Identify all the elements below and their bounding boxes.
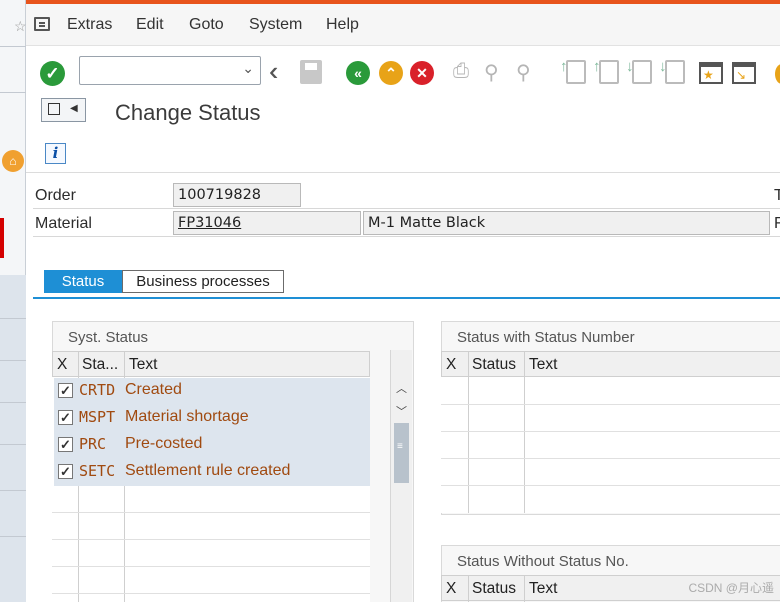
column-header-status[interactable]: Sta... <box>82 356 118 374</box>
tab-status[interactable]: Status <box>44 270 122 293</box>
menu-edit[interactable]: Edit <box>136 16 164 34</box>
watermark: CSDN @月心遥 <box>688 581 774 595</box>
page-title: Change Status <box>115 100 261 125</box>
divider <box>26 172 780 173</box>
help-icon[interactable] <box>775 64 780 84</box>
material-field[interactable]: FP31046 <box>173 211 361 235</box>
screen-menu-button[interactable]: ◀ <box>41 98 86 122</box>
scrollbar-thumb[interactable] <box>394 423 409 483</box>
find-next-icon[interactable]: ⚲ <box>516 60 531 85</box>
exit-icon[interactable]: ⌃ <box>379 61 403 85</box>
table-row[interactable]: ✓ SETC Settlement rule created <box>54 459 370 486</box>
order-label: Order <box>35 187 76 204</box>
status-code: MSPT <box>79 408 116 426</box>
menu-help[interactable]: Help <box>326 16 359 34</box>
status-with-number-table-header: X Status Text <box>441 351 780 377</box>
syst-status-table-header: X Sta... Text <box>52 351 370 377</box>
order-field[interactable]: 100719828 <box>173 183 301 207</box>
find-icon[interactable]: ⚲ <box>484 60 499 85</box>
home-icon: ⌂ <box>2 150 24 172</box>
menu-system[interactable]: System <box>249 16 302 34</box>
menu-bar: Extras Edit Goto System Help <box>26 4 780 46</box>
scroll-down-icon[interactable]: ﹀ <box>396 403 407 419</box>
status-text: Settlement rule created <box>125 462 291 479</box>
previous-page-icon[interactable]: ↑ <box>593 58 619 84</box>
column-header-text[interactable]: Text <box>529 356 557 374</box>
title-bar: ◀ Change Status <box>26 96 780 136</box>
scroll-up-icon[interactable]: ︿ <box>396 380 407 396</box>
checkbox-icon[interactable]: ✓ <box>58 437 73 452</box>
truncated-label: T <box>774 187 780 204</box>
checkbox-icon[interactable]: ✓ <box>58 464 73 479</box>
table-row[interactable]: ✓ MSPT Material shortage <box>54 405 370 432</box>
table-row[interactable]: ✓ PRC Pre-costed <box>54 432 370 459</box>
double-chevron-left-icon[interactable]: ‹‹ <box>269 56 281 87</box>
sap-window: ☆ ⌂ Extras Edit Goto System Help ✓ ⌄ ‹‹ … <box>0 0 780 602</box>
group-title: Status with Status Number <box>457 329 635 346</box>
last-page-icon[interactable]: ↓ <box>659 58 685 84</box>
group-title: Status Without Status No. <box>457 553 629 570</box>
column-header-status[interactable]: Status <box>472 356 516 374</box>
menu-extras[interactable]: Extras <box>67 16 112 34</box>
checkbox-icon[interactable]: ✓ <box>58 410 73 425</box>
print-icon[interactable]: ⎙ <box>453 60 469 83</box>
tab-underline <box>33 297 780 299</box>
truncated-field: F <box>774 215 780 232</box>
column-header-x[interactable]: X <box>446 580 456 598</box>
chevron-down-icon[interactable]: ⌄ <box>242 60 254 77</box>
background-window-strip: ☆ ⌂ <box>0 0 27 602</box>
divider <box>33 236 780 237</box>
column-header-text[interactable]: Text <box>129 356 157 374</box>
menu-icon[interactable] <box>34 17 50 31</box>
layout-icon <box>48 103 60 115</box>
column-header-status[interactable]: Status <box>472 580 516 598</box>
status-code: PRC <box>79 435 107 453</box>
tab-business-processes[interactable]: Business processes <box>122 270 284 293</box>
column-header-x[interactable]: X <box>57 356 67 374</box>
column-header-x[interactable]: X <box>446 356 456 374</box>
first-page-icon[interactable]: ↑ <box>560 58 586 84</box>
triangle-down-icon: ◀ <box>70 103 78 114</box>
create-session-icon[interactable]: ★ <box>699 62 723 84</box>
enter-check-icon[interactable]: ✓ <box>40 61 65 86</box>
table-row[interactable]: ✓ CRTD Created <box>54 378 370 405</box>
cancel-icon[interactable]: ✕ <box>410 61 434 85</box>
checkbox-icon[interactable]: ✓ <box>58 383 73 398</box>
create-shortcut-icon[interactable]: ↘ <box>732 62 756 84</box>
menu-goto[interactable]: Goto <box>189 16 224 34</box>
status-with-number-table-body <box>441 377 780 513</box>
divider <box>33 208 780 209</box>
command-field[interactable]: ⌄ <box>79 56 261 85</box>
material-description-field[interactable]: M-1 Matte Black <box>363 211 770 235</box>
status-code: CRTD <box>79 381 116 399</box>
back-icon[interactable]: « <box>346 61 370 85</box>
status-text: Material shortage <box>125 408 249 425</box>
group-title: Syst. Status <box>68 329 149 346</box>
column-header-text[interactable]: Text <box>529 580 557 598</box>
info-icon[interactable]: i <box>45 143 66 164</box>
status-text: Pre-costed <box>125 435 203 452</box>
standard-toolbar: ✓ ⌄ ‹‹ « ⌃ ✕ ⎙ ⚲ ⚲ ↑ ↑ ↓ ↓ ★ ↘ <box>26 46 780 96</box>
next-page-icon[interactable]: ↓ <box>626 58 652 84</box>
status-code: SETC <box>79 462 116 480</box>
material-label: Material <box>35 215 92 232</box>
status-text: Created <box>125 381 182 398</box>
star-icon: ☆ <box>14 18 27 34</box>
vertical-scrollbar[interactable]: ︿ ﹀ <box>390 350 412 602</box>
save-icon[interactable] <box>300 60 322 84</box>
